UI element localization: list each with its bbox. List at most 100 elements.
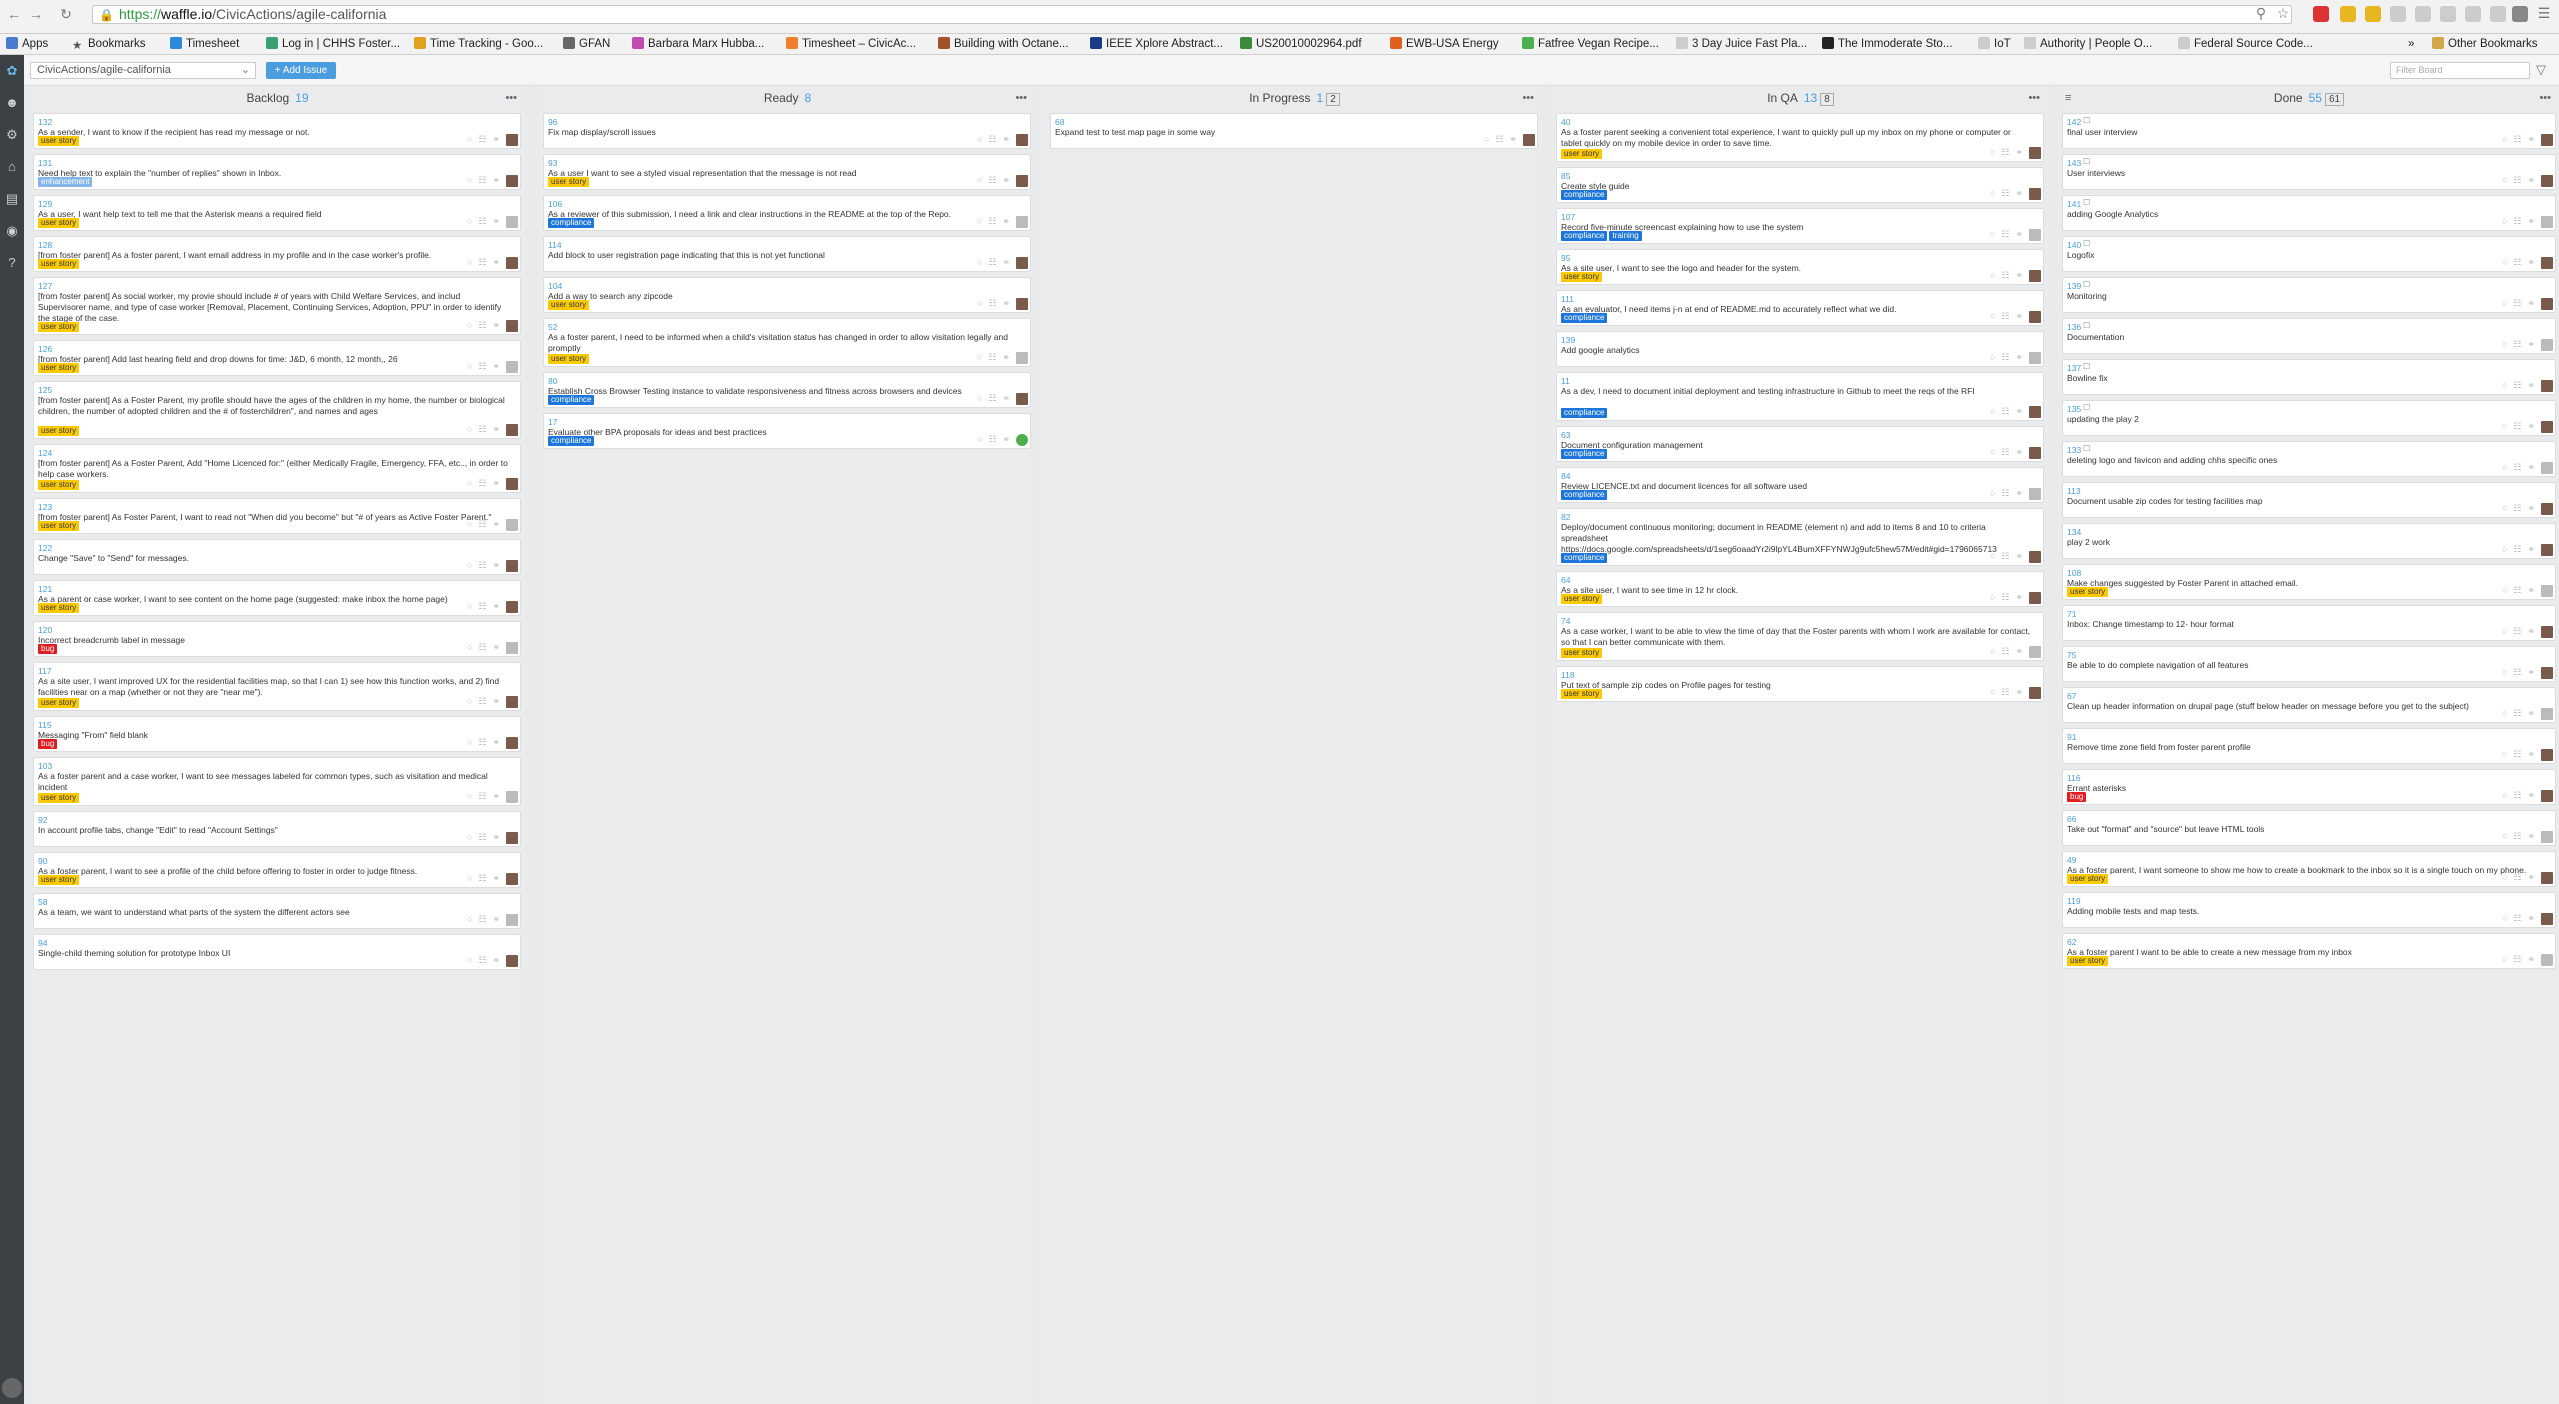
link-icon[interactable]: ⚭ (1509, 133, 1517, 145)
github-icon[interactable]: ○ (467, 319, 472, 331)
issue-card[interactable]: 95 As a site user, I want to see the logo… (1556, 249, 2044, 285)
issue-title[interactable]: User interviews (2067, 168, 2545, 179)
issue-title[interactable]: Change "Save" to "Send" for messages. (38, 553, 510, 564)
link-icon[interactable]: ⚭ (2015, 405, 2023, 417)
issue-card[interactable]: 121 As a parent or case worker, I want to… (33, 580, 521, 616)
issue-number[interactable]: 137 (2067, 363, 2081, 373)
comment-icon[interactable]: ☷ (2001, 269, 2009, 281)
extension-icon[interactable] (2340, 6, 2356, 22)
github-icon[interactable]: ○ (467, 790, 472, 802)
issue-title[interactable]: final user interview (2067, 127, 2545, 138)
assignee-avatar[interactable] (506, 954, 518, 967)
issue-title[interactable]: Put text of sample zip codes on Profile … (1561, 680, 2033, 691)
assignee-avatar[interactable] (2029, 351, 2041, 364)
link-icon[interactable]: ⚭ (2015, 146, 2023, 158)
issue-number[interactable]: 111 (1561, 294, 1574, 304)
issue-card[interactable]: 132 As a sender, I want to know if the re… (33, 113, 521, 149)
bookmark-item[interactable]: Building with Octane... (938, 37, 1068, 52)
issue-number[interactable]: 85 (1561, 171, 1570, 181)
issue-label[interactable]: compliance (1561, 553, 1608, 563)
comment-icon[interactable]: ☷ (2001, 228, 2009, 240)
issue-number[interactable]: 80 (548, 376, 557, 386)
issue-card[interactable]: 137 ☐ Bowline fix ○ ☷ ⚭ (2062, 359, 2556, 395)
issue-title[interactable]: As a case worker, I want to be able to v… (1561, 626, 2033, 648)
issue-number[interactable]: 96 (548, 117, 557, 127)
github-icon[interactable]: ○ (2502, 830, 2507, 842)
issue-label[interactable]: compliance (1561, 231, 1608, 241)
issue-number[interactable]: 71 (2067, 609, 2076, 619)
issue-label[interactable]: bug (2067, 792, 2087, 802)
issue-number[interactable]: 84 (1561, 471, 1570, 481)
issue-label[interactable]: user story (2067, 956, 2109, 966)
issue-card[interactable]: 82 Deploy/document continuous monitoring;… (1556, 508, 2044, 566)
issue-number[interactable]: 126 (38, 344, 52, 354)
comment-icon[interactable]: ☷ (2513, 871, 2521, 883)
link-icon[interactable]: ⚭ (492, 872, 500, 884)
issue-card[interactable]: 11 As a dev, I need to document initial d… (1556, 372, 2044, 421)
assignee-avatar[interactable] (2541, 789, 2553, 802)
issue-card[interactable]: 125 [from foster parent] As a Foster Pare… (33, 381, 521, 439)
github-icon[interactable]: ○ (1990, 351, 1995, 363)
issue-title[interactable]: Fix map display/scroll issues (548, 127, 1020, 138)
assignee-avatar[interactable] (506, 215, 518, 228)
comment-icon[interactable]: ☷ (478, 641, 486, 653)
issue-card[interactable]: 62 As a foster parent I want to be able t… (2062, 933, 2556, 969)
issue-number[interactable]: 119 (2067, 896, 2081, 906)
assignee-avatar[interactable] (506, 360, 518, 373)
comment-icon[interactable]: ☷ (2513, 625, 2521, 637)
comment-icon[interactable]: ☷ (2513, 461, 2521, 473)
issue-card[interactable]: 119 Adding mobile tests and map tests. ○ ☷ ⚭ (2062, 892, 2556, 928)
github-icon[interactable]: ○ (467, 695, 472, 707)
bookmark-item[interactable]: 3 Day Juice Fast Pla... (1676, 37, 1807, 52)
link-icon[interactable]: ⚭ (2527, 420, 2535, 432)
comment-icon[interactable]: ☷ (478, 256, 486, 268)
issue-label[interactable]: user story (548, 177, 590, 187)
bookmark-item[interactable]: US20010002964.pdf (1240, 37, 1362, 52)
assignee-avatar[interactable] (2541, 666, 2553, 679)
link-icon[interactable]: ⚭ (2527, 461, 2535, 473)
extension-icon[interactable] (2390, 6, 2406, 22)
chart-icon[interactable]: ▤ (0, 183, 24, 215)
issue-number[interactable]: 113 (2067, 486, 2081, 496)
comment-icon[interactable]: ☷ (478, 518, 486, 530)
issue-title[interactable]: Add a way to search any zipcode (548, 291, 1020, 302)
link-icon[interactable]: ⚭ (492, 360, 500, 372)
issue-title[interactable]: As a foster parent seeking a convenient … (1561, 127, 2033, 149)
link-icon[interactable]: ⚭ (2015, 310, 2023, 322)
github-icon[interactable]: ○ (467, 831, 472, 843)
issue-number[interactable]: 123 (38, 502, 52, 512)
extension-icon[interactable] (2512, 6, 2528, 22)
assignee-avatar[interactable] (2541, 625, 2553, 638)
issue-title[interactable]: As a reviewer of this submission, I need… (548, 209, 1020, 220)
issue-number[interactable]: 115 (38, 720, 52, 730)
issue-label[interactable]: user story (38, 603, 80, 613)
home-icon[interactable]: ⌂ (0, 151, 24, 183)
comment-icon[interactable]: ☷ (478, 600, 486, 612)
assignee-avatar[interactable] (1016, 392, 1028, 405)
comment-icon[interactable]: ☷ (2513, 830, 2521, 842)
issue-card[interactable]: 126 [from foster parent] Add last hearing… (33, 340, 521, 376)
comment-icon[interactable]: ☷ (478, 872, 486, 884)
github-icon[interactable]: ○ (2502, 789, 2507, 801)
assignee-avatar[interactable] (2541, 748, 2553, 761)
link-icon[interactable]: ⚭ (2527, 953, 2535, 965)
issue-card[interactable]: 49 As a foster parent, I want someone to … (2062, 851, 2556, 887)
link-icon[interactable]: ⚭ (492, 831, 500, 843)
link-icon[interactable]: ⚭ (492, 215, 500, 227)
column-menu-icon[interactable]: ••• (2028, 86, 2040, 110)
comment-icon[interactable]: ☷ (988, 215, 996, 227)
issue-title[interactable]: [from foster parent] As social worker, m… (38, 291, 510, 324)
issue-title[interactable]: Create style guide (1561, 181, 2033, 192)
github-icon[interactable]: ○ (2502, 338, 2507, 350)
assignee-avatar[interactable] (2541, 707, 2553, 720)
link-icon[interactable]: ⚭ (2527, 379, 2535, 391)
link-icon[interactable]: ⚭ (492, 695, 500, 707)
issue-card[interactable]: 75 Be able to do complete navigation of a… (2062, 646, 2556, 682)
waffle-logo-icon[interactable]: ✿ (0, 55, 24, 87)
issue-title[interactable]: As a foster parent, I want to see a prof… (38, 866, 510, 877)
help-icon[interactable]: ? (0, 247, 24, 279)
issue-number[interactable]: 117 (38, 666, 52, 676)
issue-number[interactable]: 52 (548, 322, 557, 332)
github-icon[interactable]: ○ (1990, 686, 1995, 698)
issue-number[interactable]: 91 (2067, 732, 2076, 742)
